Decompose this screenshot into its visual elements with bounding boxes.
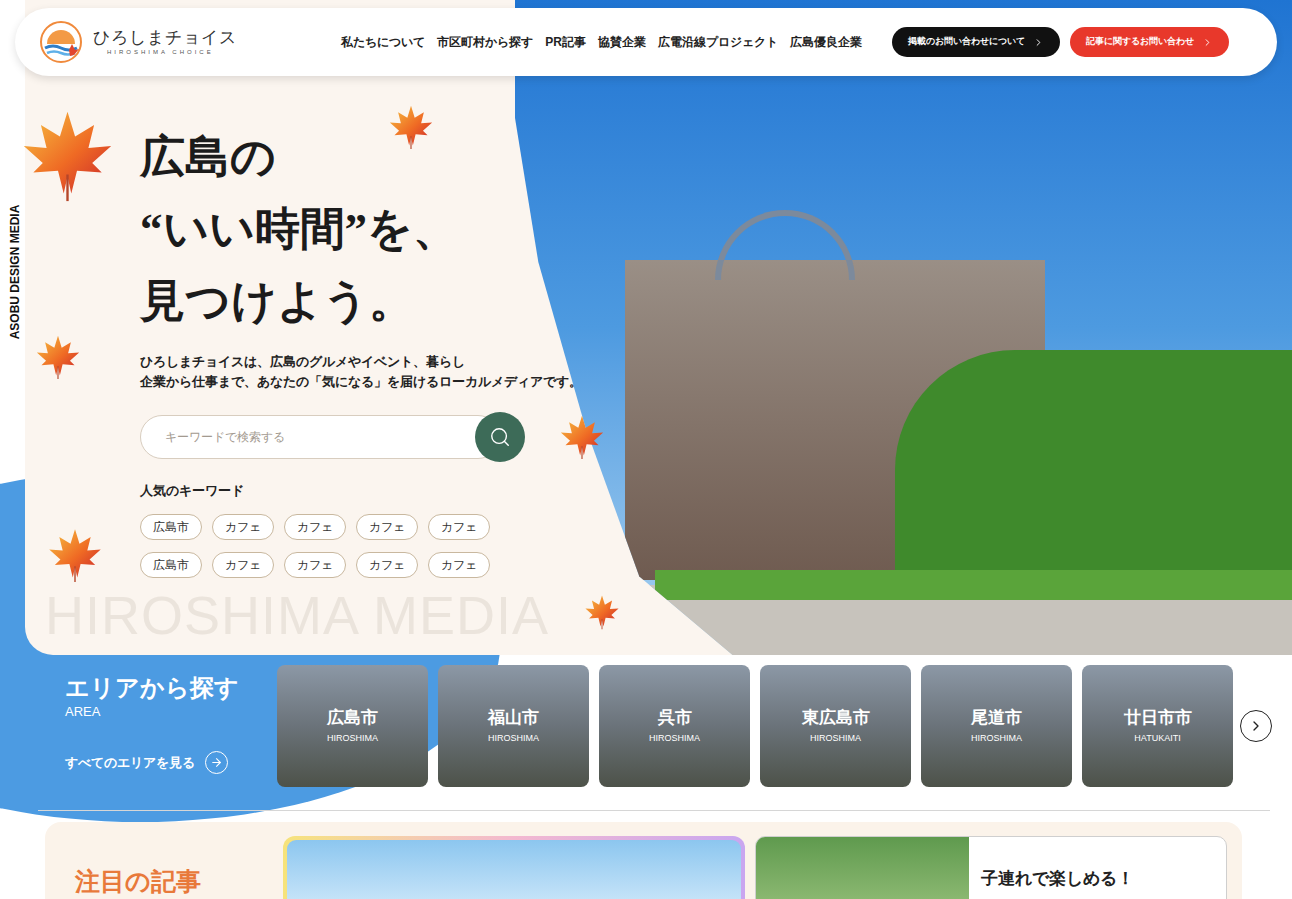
featured-section: 注目の記事 子連れで楽しめる！: [45, 822, 1242, 899]
keyword-chip[interactable]: カフェ: [284, 552, 346, 578]
area-card-roman: HATUKAITI: [1134, 731, 1180, 745]
area-card[interactable]: 呉市 HIROSHIMA: [599, 665, 750, 787]
keyword-chip[interactable]: カフェ: [284, 514, 346, 540]
area-card[interactable]: 広島市 HIROSHIMA: [277, 665, 428, 787]
logo-sub: HIROSHIMA CHOICE: [93, 48, 237, 57]
area-card[interactable]: 尾道市 HIROSHIMA: [921, 665, 1072, 787]
divider: [38, 810, 1270, 811]
article-card[interactable]: 子連れで楽しめる！: [755, 836, 1227, 899]
area-card[interactable]: 福山市 HIROSHIMA: [438, 665, 589, 787]
search-icon: [489, 426, 511, 448]
area-card-roman: HIROSHIMA: [649, 731, 700, 745]
featured-title: 注目の記事: [75, 866, 283, 896]
logo-name: ひろしまチョイス: [93, 28, 237, 48]
area-card-name: 広島市: [327, 707, 378, 729]
logo[interactable]: ひろしまチョイスHIROSHIMA CHOICE: [39, 20, 237, 64]
keyword-chip[interactable]: カフェ: [428, 514, 490, 540]
area-card[interactable]: 東広島市 HIROSHIMA: [760, 665, 911, 787]
contact-button[interactable]: 記事に関するお問い合わせ: [1070, 27, 1229, 57]
search-bar: キーワードで検索する: [140, 412, 605, 462]
keyword-chip[interactable]: カフェ: [428, 552, 490, 578]
chevron-right-icon: [1202, 37, 1213, 48]
nav-item[interactable]: 広電沿線プロジェクト: [658, 33, 778, 51]
keyword-chip[interactable]: カフェ: [356, 514, 418, 540]
area-card-name: 呉市: [658, 707, 692, 729]
area-card-roman: HIROSHIMA: [810, 731, 861, 745]
area-card-name: 尾道市: [971, 707, 1022, 729]
all-areas-link[interactable]: すべてのエリアを見る: [65, 751, 277, 774]
area-card-roman: HIROSHIMA: [327, 731, 378, 745]
side-label: ASOBU DESIGN MEDIA: [6, 193, 24, 351]
area-card-roman: HIROSHIMA: [488, 731, 539, 745]
next-button[interactable]: [1240, 710, 1272, 742]
area-section: エリアから探すAREA すべてのエリアを見る 広島市 HIROSHIMA 福山市 HIRO…: [0, 665, 1292, 787]
area-card-roman: HIROSHIMA: [971, 731, 1022, 745]
hero-watermark: HIROSHIMA MEDIA: [45, 585, 549, 645]
area-card-name: 東広島市: [802, 707, 870, 729]
contact-button[interactable]: 掲載のお問い合わせについて: [892, 27, 1060, 57]
area-sub: AREA: [65, 703, 277, 721]
hero-description: ひろしまチョイスは、広島のグルメやイベント、暮らし企業から仕事まで、あなたの「気…: [140, 352, 605, 392]
featured-card[interactable]: [283, 836, 745, 899]
hero: HIROSHIMA MEDIA広島の“いい時間”を、見つけよう。ひろしまチョイス…: [25, 0, 1292, 655]
nav-item[interactable]: 協賛企業: [598, 33, 646, 51]
area-title: エリアから探す: [65, 673, 277, 703]
keyword-list: 広島市カフェカフェカフェカフェ広島市カフェカフェカフェカフェ: [140, 514, 605, 578]
search-button[interactable]: [475, 412, 525, 462]
chevron-right-icon: [1033, 37, 1044, 48]
article-title: 子連れで楽しめる！: [969, 837, 1134, 899]
keyword-chip[interactable]: カフェ: [212, 552, 274, 578]
area-card-name: 福山市: [488, 707, 539, 729]
keyword-chip[interactable]: 広島市: [140, 552, 202, 578]
arrow-right-icon: [210, 756, 223, 769]
nav-item[interactable]: PR記事: [545, 33, 586, 51]
hero-title: 広島の“いい時間”を、見つけよう。: [140, 121, 605, 337]
logo-icon: [39, 20, 83, 64]
search-input[interactable]: キーワードで検索する: [140, 415, 500, 459]
nav-item[interactable]: 市区町村から探す: [437, 33, 533, 51]
page: ASOBU DESIGN MEDIA ひろしまチョイスHIROSHIMA CHOI…: [0, 0, 1292, 899]
area-card[interactable]: 廿日市市 HATUKAITI: [1082, 665, 1233, 787]
main-nav: 私たちについて市区町村から探す PR記事協賛企業広電沿線プロジェクト広島優良企業: [341, 33, 862, 51]
header: ひろしまチョイスHIROSHIMA CHOICE 私たちについて市区町村から探す P…: [15, 8, 1277, 76]
keyword-chip[interactable]: カフェ: [212, 514, 274, 540]
chevron-right-icon: [1248, 718, 1264, 734]
hero-photo: [515, 0, 1292, 655]
area-card-name: 廿日市市: [1124, 707, 1192, 729]
nav-item[interactable]: 広島優良企業: [790, 33, 862, 51]
nav-item[interactable]: 私たちについて: [341, 33, 425, 51]
keywords-label: 人気のキーワード: [140, 482, 605, 500]
keyword-chip[interactable]: 広島市: [140, 514, 202, 540]
keyword-chip[interactable]: カフェ: [356, 552, 418, 578]
